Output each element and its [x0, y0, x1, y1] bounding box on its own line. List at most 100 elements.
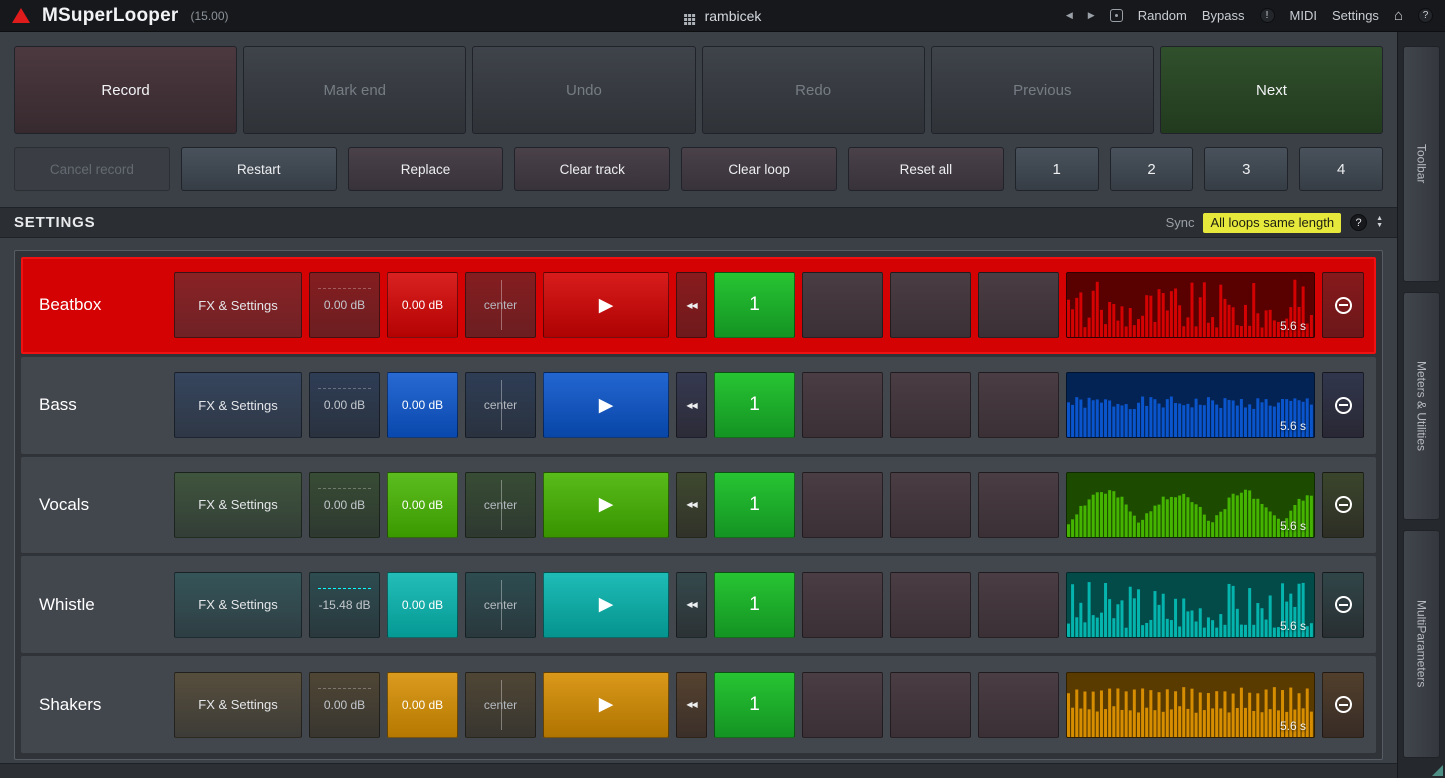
remove-track-button[interactable] [1322, 571, 1364, 638]
waveform [1067, 396, 1313, 438]
sync-mode-dropdown[interactable]: All loops same length [1203, 212, 1342, 233]
loop-slot-2[interactable] [802, 571, 883, 638]
volume-field[interactable]: 0.00 dB [387, 671, 458, 738]
rewind-icon: ◀◀ [686, 500, 697, 510]
loop-slot-2[interactable] [802, 372, 883, 439]
midi-button[interactable]: MIDI [1290, 8, 1317, 23]
replace-button[interactable]: Replace [347, 147, 504, 191]
alert-icon[interactable]: ! [1259, 8, 1275, 23]
waveform-display[interactable]: 5.6 s [1066, 471, 1315, 538]
fx-settings-button[interactable]: FX & Settings [174, 372, 302, 439]
sync-help-icon[interactable]: ? [1350, 214, 1368, 231]
loop-slot-1[interactable]: 1 [714, 372, 795, 439]
input-gain-field[interactable]: -15.48 dB [309, 571, 380, 638]
play-button[interactable]: ▶ [543, 372, 669, 439]
pan-value: center [483, 597, 518, 612]
loop-slot-3[interactable] [890, 372, 971, 439]
random-button[interactable]: Random [1138, 8, 1187, 23]
remove-track-button[interactable] [1322, 372, 1364, 439]
loop-slot-1[interactable]: 1 [714, 671, 795, 738]
previous-button[interactable]: Previous [930, 46, 1154, 134]
main-area: Record Mark end Undo Redo Previous Next … [0, 32, 1397, 778]
pan-field[interactable]: center [465, 671, 536, 738]
rewind-button[interactable]: ◀◀ [676, 471, 707, 538]
undo-button[interactable]: Undo [472, 46, 696, 134]
play-button[interactable]: ▶ [543, 471, 669, 538]
pan-field[interactable]: center [465, 571, 536, 638]
volume-field[interactable]: 0.00 dB [387, 272, 458, 339]
rewind-button[interactable]: ◀◀ [676, 372, 707, 439]
restart-button[interactable]: Restart [180, 147, 337, 191]
loop-slot-1[interactable]: 1 [714, 272, 795, 339]
loop-slot-3[interactable] [890, 272, 971, 339]
loop-slot-4[interactable] [978, 272, 1059, 339]
loop-slot-1[interactable]: 1 [714, 471, 795, 538]
loop-select-2-button[interactable]: 2 [1109, 147, 1194, 191]
settings-button[interactable]: Settings [1332, 8, 1379, 23]
loop-slot-2[interactable] [802, 471, 883, 538]
preset-selector[interactable]: rambicek [683, 8, 761, 24]
play-button[interactable]: ▶ [543, 272, 669, 339]
home-icon[interactable]: ⌂ [1394, 7, 1403, 24]
remove-track-button[interactable] [1322, 272, 1364, 339]
sidebar-panel-meters-utilities[interactable]: Meters & Utilities [1403, 292, 1440, 520]
clear-loop-button[interactable]: Clear loop [681, 147, 837, 191]
rewind-button[interactable]: ◀◀ [676, 671, 707, 738]
volume-field[interactable]: 0.00 dB [387, 571, 458, 638]
rewind-button[interactable]: ◀◀ [676, 571, 707, 638]
fx-settings-button[interactable]: FX & Settings [174, 272, 302, 339]
pan-field[interactable]: center [465, 272, 536, 339]
fx-settings-button[interactable]: FX & Settings [174, 671, 302, 738]
input-gain-field[interactable]: 0.00 dB [309, 471, 380, 538]
previous-preset-button[interactable]: ◀ [1066, 10, 1073, 21]
cancel-record-button[interactable]: Cancel record [14, 147, 170, 191]
loop-slot-4[interactable] [978, 571, 1059, 638]
loop-slot-2[interactable] [802, 272, 883, 339]
waveform-display[interactable]: 5.6 s [1066, 671, 1315, 738]
volume-field[interactable]: 0.00 dB [387, 372, 458, 439]
loop-slot-4[interactable] [978, 671, 1059, 738]
next-preset-button[interactable]: ▶ [1088, 10, 1095, 21]
clear-track-button[interactable]: Clear track [514, 147, 671, 191]
loop-slot-2[interactable] [802, 671, 883, 738]
loop-select-1-button[interactable]: 1 [1014, 147, 1099, 191]
fx-settings-button[interactable]: FX & Settings [174, 471, 302, 538]
loop-select-4-button[interactable]: 4 [1299, 147, 1384, 191]
ab-compare-icon[interactable] [1109, 9, 1123, 22]
fx-settings-button[interactable]: FX & Settings [174, 571, 302, 638]
pan-field[interactable]: center [465, 471, 536, 538]
settings-collapse-stepper[interactable]: ▲ ▼ [1376, 215, 1383, 229]
loop-select-3-button[interactable]: 3 [1204, 147, 1289, 191]
loop-slot-3[interactable] [890, 471, 971, 538]
pan-field[interactable]: center [465, 372, 536, 439]
play-button[interactable]: ▶ [543, 571, 669, 638]
sidebar-panel-multiparameters[interactable]: MultiParameters [1403, 530, 1440, 758]
bypass-button[interactable]: Bypass [1202, 8, 1245, 23]
waveform-display[interactable]: 5.6 s [1066, 372, 1315, 439]
remove-track-button[interactable] [1322, 471, 1364, 538]
resize-handle[interactable] [1432, 765, 1443, 776]
sync-label: Sync [1165, 215, 1195, 230]
input-gain-field[interactable]: 0.00 dB [309, 372, 380, 439]
volume-field[interactable]: 0.00 dB [387, 471, 458, 538]
loop-slot-3[interactable] [890, 671, 971, 738]
redo-button[interactable]: Redo [701, 46, 925, 134]
help-icon[interactable]: ? [1418, 8, 1433, 23]
reset-all-button[interactable]: Reset all [847, 147, 1004, 191]
remove-track-button[interactable] [1322, 671, 1364, 738]
loop-length-label: 5.6 s [1279, 618, 1306, 633]
loop-slot-3[interactable] [890, 571, 971, 638]
record-button[interactable]: Record [14, 46, 238, 134]
waveform-display[interactable]: 5.6 s [1066, 571, 1315, 638]
mark-end-button[interactable]: Mark end [243, 46, 467, 134]
next-button[interactable]: Next [1159, 46, 1384, 134]
play-button[interactable]: ▶ [543, 671, 669, 738]
loop-slot-4[interactable] [978, 372, 1059, 439]
waveform-display[interactable]: 5.6 s [1066, 272, 1315, 339]
sidebar-panel-toolbar[interactable]: Toolbar [1403, 46, 1440, 282]
input-gain-field[interactable]: 0.00 dB [309, 272, 380, 339]
rewind-button[interactable]: ◀◀ [676, 272, 707, 339]
loop-slot-1[interactable]: 1 [714, 571, 795, 638]
loop-slot-4[interactable] [978, 471, 1059, 538]
input-gain-field[interactable]: 0.00 dB [309, 671, 380, 738]
